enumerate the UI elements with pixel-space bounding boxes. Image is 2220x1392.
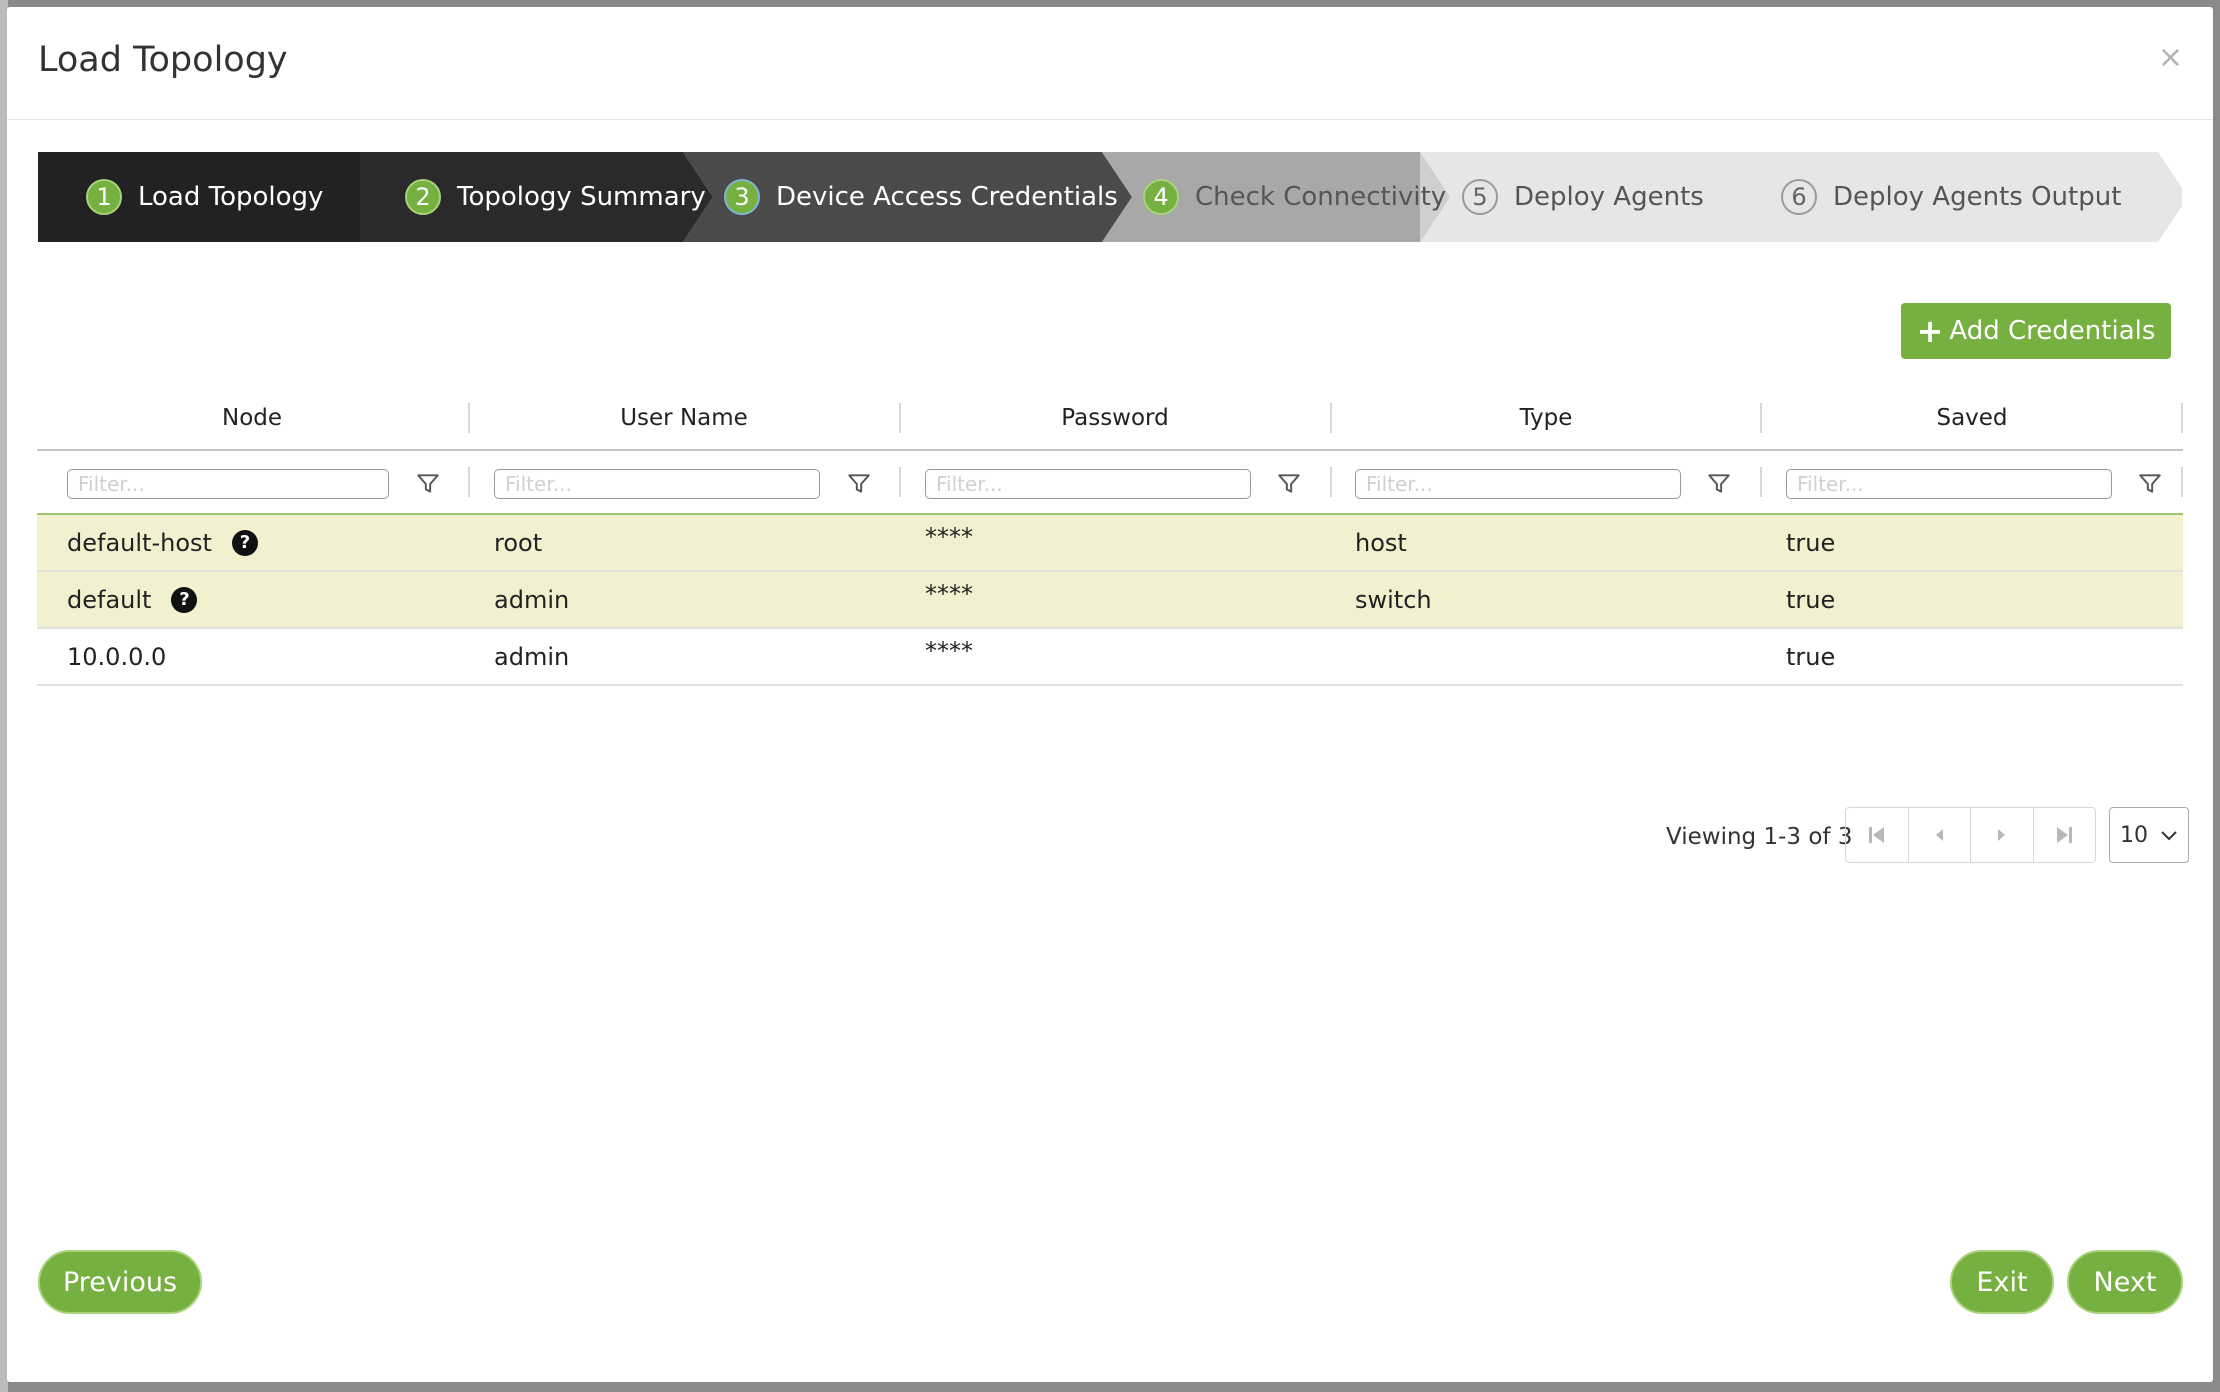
wizard-step-deploy-agents-output[interactable]: 6 Deploy Agents Output: [1781, 152, 2121, 242]
filter-icon[interactable]: [1276, 471, 1302, 497]
previous-page-icon[interactable]: [1909, 808, 1971, 862]
node-name: default: [67, 585, 152, 614]
column-header-type[interactable]: Type: [1331, 387, 1761, 449]
saved-cell: true: [1786, 585, 1836, 614]
page-size-select[interactable]: 10: [2109, 807, 2189, 863]
user-name-cell: root: [494, 528, 543, 557]
column-divider: [899, 467, 901, 497]
column-header-saved[interactable]: Saved: [1761, 387, 2183, 449]
filter-icon[interactable]: [1706, 471, 1732, 497]
exit-button[interactable]: Exit: [1950, 1250, 2054, 1314]
user-name-cell: admin: [494, 642, 570, 671]
type-cell: switch: [1355, 585, 1432, 614]
next-page-icon[interactable]: [1971, 808, 2034, 862]
column-header-user-name[interactable]: User Name: [469, 387, 899, 449]
credentials-table: Node User Name Password Type Saved Filte…: [37, 387, 2183, 686]
password-cell: ****: [925, 636, 973, 665]
table-row[interactable]: default ? admin **** switch true: [37, 572, 2183, 629]
table-row[interactable]: default-host ? root **** host true: [37, 515, 2183, 572]
column-divider[interactable]: [2181, 403, 2183, 433]
step-number: 1: [86, 179, 122, 215]
add-credentials-label: Add Credentials: [1949, 316, 2156, 346]
wizard-step-device-access-credentials[interactable]: 3 Device Access Credentials: [724, 152, 1118, 242]
type-filter-input[interactable]: [1355, 469, 1681, 499]
load-topology-modal: Load Topology × 1 Load Topology 2 Topolo…: [7, 7, 2213, 1382]
table-header: Node User Name Password Type Saved: [37, 387, 2183, 451]
user-name-cell: admin: [494, 585, 570, 614]
user-name-filter-input[interactable]: [494, 469, 820, 499]
step-label: Deploy Agents Output: [1833, 182, 2122, 212]
modal-header: Load Topology ×: [7, 7, 2213, 120]
password-filter-input[interactable]: [925, 469, 1251, 499]
help-icon[interactable]: ?: [171, 586, 198, 613]
saved-cell: true: [1786, 642, 1836, 671]
wizard-step-topology-summary[interactable]: 2 Topology Summary: [405, 152, 706, 242]
viewing-count: Viewing 1-3 of 3: [1666, 824, 1853, 850]
column-divider: [2181, 467, 2183, 497]
step-label: Deploy Agents: [1514, 182, 1704, 212]
filter-icon[interactable]: [415, 471, 441, 497]
node-filter-input[interactable]: [67, 469, 389, 499]
column-divider: [1760, 467, 1762, 497]
add-credentials-button[interactable]: + Add Credentials: [1901, 303, 2171, 359]
filter-icon[interactable]: [2137, 471, 2163, 497]
pagination: Viewing 1-3 of 3 10: [7, 807, 2213, 867]
last-page-icon[interactable]: [2034, 808, 2096, 862]
plus-icon: +: [1916, 312, 1944, 350]
wizard-step-deploy-agents[interactable]: 5 Deploy Agents: [1462, 152, 1704, 242]
column-divider: [1330, 467, 1332, 497]
table-row[interactable]: 10.0.0.0 admin **** true: [37, 629, 2183, 686]
step-number: 3: [724, 179, 760, 215]
password-cell: ****: [925, 522, 973, 551]
wizard-stepper: 1 Load Topology 2 Topology Summary 3 Dev…: [38, 152, 2182, 242]
step-label: Topology Summary: [457, 182, 706, 212]
saved-cell: true: [1786, 528, 1836, 557]
wizard-step-check-connectivity[interactable]: 4 Check Connectivity: [1143, 152, 1446, 242]
filter-icon[interactable]: [846, 471, 872, 497]
step-number: 6: [1781, 179, 1817, 215]
page-size-value: 10: [2120, 822, 2148, 848]
column-header-node[interactable]: Node: [37, 387, 467, 449]
chevron-down-icon: [2161, 831, 2177, 841]
step-number: 4: [1143, 179, 1179, 215]
node-cell: 10.0.0.0: [67, 642, 167, 671]
password-cell: ****: [925, 579, 973, 608]
column-divider: [468, 467, 470, 497]
node-cell: default ?: [67, 572, 198, 627]
filter-row: [37, 451, 2183, 515]
step-label: Device Access Credentials: [776, 182, 1118, 212]
node-cell: default-host ?: [67, 515, 258, 570]
step-number: 2: [405, 179, 441, 215]
modal-title: Load Topology: [38, 40, 288, 80]
close-icon[interactable]: ×: [2158, 43, 2183, 73]
pagination-controls: [1845, 807, 2096, 863]
step-label: Check Connectivity: [1195, 182, 1447, 212]
next-button[interactable]: Next: [2067, 1250, 2183, 1314]
step-number: 5: [1462, 179, 1498, 215]
type-cell: host: [1355, 528, 1407, 557]
step-label: Load Topology: [138, 182, 324, 212]
first-page-icon[interactable]: [1846, 808, 1909, 862]
node-name: default-host: [67, 528, 212, 557]
saved-filter-input[interactable]: [1786, 469, 2112, 499]
help-icon[interactable]: ?: [231, 529, 258, 556]
previous-button[interactable]: Previous: [38, 1250, 202, 1314]
column-header-password[interactable]: Password: [900, 387, 1330, 449]
wizard-step-load-topology[interactable]: 1 Load Topology: [86, 152, 323, 242]
